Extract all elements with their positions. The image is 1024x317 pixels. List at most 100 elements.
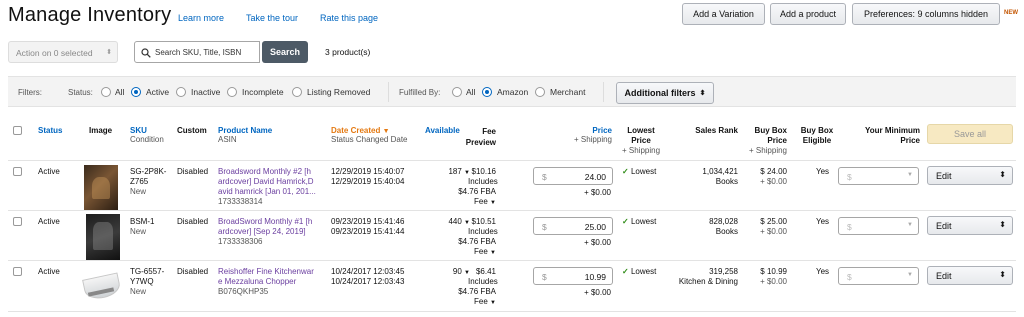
bulk-action-select[interactable]: Action on 0 selected ⬍ [8,41,118,63]
edit-label: Edit [936,220,952,231]
edit-button[interactable]: Edit ⬍ [927,166,1013,185]
dropdown-arrow-icon: ⬍ [999,270,1006,279]
product-name-link[interactable]: Broadsword Monthly #2 [h ardcover] David… [218,167,316,197]
fulfilled-amazon-radio[interactable] [482,87,492,97]
row-divider [8,260,1016,261]
add-product-button[interactable]: Add a product [770,3,846,25]
select-all-checkbox[interactable] [13,126,22,135]
available-quantity[interactable]: 440 ▼ [440,217,470,228]
condition-header-label: Condition [130,135,164,144]
product-name-column-header[interactable]: Product Name ASIN [218,126,272,144]
fee-preview[interactable]: $6.41 Includes $4.76 FBA Fee ▼ [458,267,498,308]
save-all-button[interactable]: Save all [927,124,1013,144]
buy-box-shipping: + $0.00 [760,177,787,186]
price-column-header[interactable]: Price + Shipping [560,126,612,144]
row-checkbox[interactable] [13,167,22,176]
available-column-header[interactable]: Available [425,126,460,135]
learn-more-link[interactable]: Learn more [178,13,224,23]
take-tour-link[interactable]: Take the tour [246,13,298,23]
dropdown-arrow-icon: ⬍ [699,90,706,97]
price-input[interactable]: $ 24.00 [533,167,613,185]
row-status: Active [38,267,60,276]
minimum-price-select[interactable]: $ ▼ [838,217,919,235]
minimum-price-select[interactable]: $ ▼ [838,167,919,185]
sales-rank-category: Books [715,227,738,236]
product-name-line1: Broadsword Monthly #2 [h [218,167,311,176]
sales-rank-category: Books [715,177,738,186]
lowest-price-link[interactable]: ✓ Lowest [622,267,656,277]
fee-amount: $10.16 [471,167,496,176]
product-image[interactable] [84,165,118,210]
sales-rank-column-header: Sales Rank [695,126,738,135]
edit-button[interactable]: Edit ⬍ [927,216,1013,235]
available-quantity[interactable]: 187 ▼ [440,167,470,178]
buy-box-shipping: + $0.00 [760,277,787,286]
status-inactive-radio[interactable] [176,87,186,97]
row-checkbox[interactable] [13,217,22,226]
image-column-header: Image [89,126,113,135]
available-quantity[interactable]: 90 ▼ [440,267,470,278]
sku-link[interactable]: SG-2P8K- Z765 [130,167,166,187]
product-name-link[interactable]: Reishoffer Fine Kitchenwar e Mezzaluna C… [218,267,314,287]
row-checkbox[interactable] [13,267,22,276]
sku-link[interactable]: TG-6557- Y7WQ [130,267,164,287]
search-icon [141,48,151,58]
edit-button[interactable]: Edit ⬍ [927,266,1013,285]
additional-filters-button[interactable]: Additional filters ⬍ [616,82,714,104]
search-input[interactable]: Search SKU, Title, ISBN [134,41,260,63]
status-changed-header-label: Status Changed Date [331,135,408,144]
minimum-price-column-header: Your Minimum Price [848,126,920,146]
fulfilled-all-radio[interactable] [452,87,462,97]
lowest-header-line1: Lowest [627,126,655,135]
asin-header-label: ASIN [218,135,237,144]
additional-filters-label: Additional filters [624,88,696,98]
fee-preview[interactable]: $10.16 Includes $4.76 FBA Fee ▼ [458,167,498,208]
lowest-price-link[interactable]: ✓ Lowest [622,217,656,227]
price-shipping: + $0.00 [584,288,611,297]
minimum-price-select[interactable]: $ ▼ [838,267,919,285]
preferences-button[interactable]: Preferences: 9 columns hidden [852,3,1000,25]
buy-box-price: $ 25.00 + $0.00 [745,217,787,237]
date-created-column-header[interactable]: Date Created ▼ Status Changed Date [331,126,408,144]
row-divider [8,311,1016,312]
buy-box-eligible-column-header: Buy Box Eligible [798,126,836,146]
fee-preview[interactable]: $10.51 Includes $4.76 FBA Fee ▼ [458,217,498,258]
asin: 1733338314 [218,197,263,206]
status-all-radio[interactable] [101,87,111,97]
price-input[interactable]: $ 25.00 [533,217,613,235]
status-inactive-label: Inactive [191,87,221,97]
product-name-header-label: Product Name [218,126,273,135]
search-button[interactable]: Search [262,41,308,63]
product-name-line2: ardcover] David Hamrick,D [218,177,314,186]
lowest-label: Lowest [630,267,657,276]
checkmark-icon: ✓ [622,167,629,176]
fulfilled-merchant-radio[interactable] [535,87,545,97]
sku-column-header[interactable]: SKU Condition [130,126,164,144]
product-name-link[interactable]: BroadSword Monthly #1 [h ardcover] [Sep … [218,217,312,237]
add-variation-button[interactable]: Add a Variation [682,3,765,25]
status-all-label: All [115,87,125,97]
date-created-header-label: Date Created [331,126,381,135]
fee-header-line2: Preview [465,138,496,147]
sales-rank: 828,028 Books [670,217,738,237]
buy-box-value: $ 24.00 [760,167,787,176]
lowest-price-link[interactable]: ✓ Lowest [622,167,656,177]
product-image[interactable] [86,214,120,260]
rate-page-link[interactable]: Rate this page [320,13,378,23]
price-input[interactable]: $ 10.99 [533,267,613,285]
status-column-header[interactable]: Status [38,126,62,135]
price-currency: $ [542,172,547,182]
status-incomplete-radio[interactable] [227,87,237,97]
product-name-line1: Reishoffer Fine Kitchenwar [218,267,314,276]
sku-link[interactable]: BSM-1 [130,217,154,227]
buybox-shipping-header-label: + Shipping [748,146,787,155]
status-removed-radio[interactable] [292,87,302,97]
buy-box-shipping: + $0.00 [760,227,787,236]
minimum-price-currency: $ [847,222,852,232]
status-active-radio[interactable] [131,87,141,97]
fulfilled-amazon-label: Amazon [497,87,529,97]
product-image[interactable] [82,272,122,304]
minimum-price-currency: $ [847,272,852,282]
dropdown-arrow-icon: ⬍ [999,170,1006,179]
sales-rank-category: Kitchen & Dining [678,277,738,286]
